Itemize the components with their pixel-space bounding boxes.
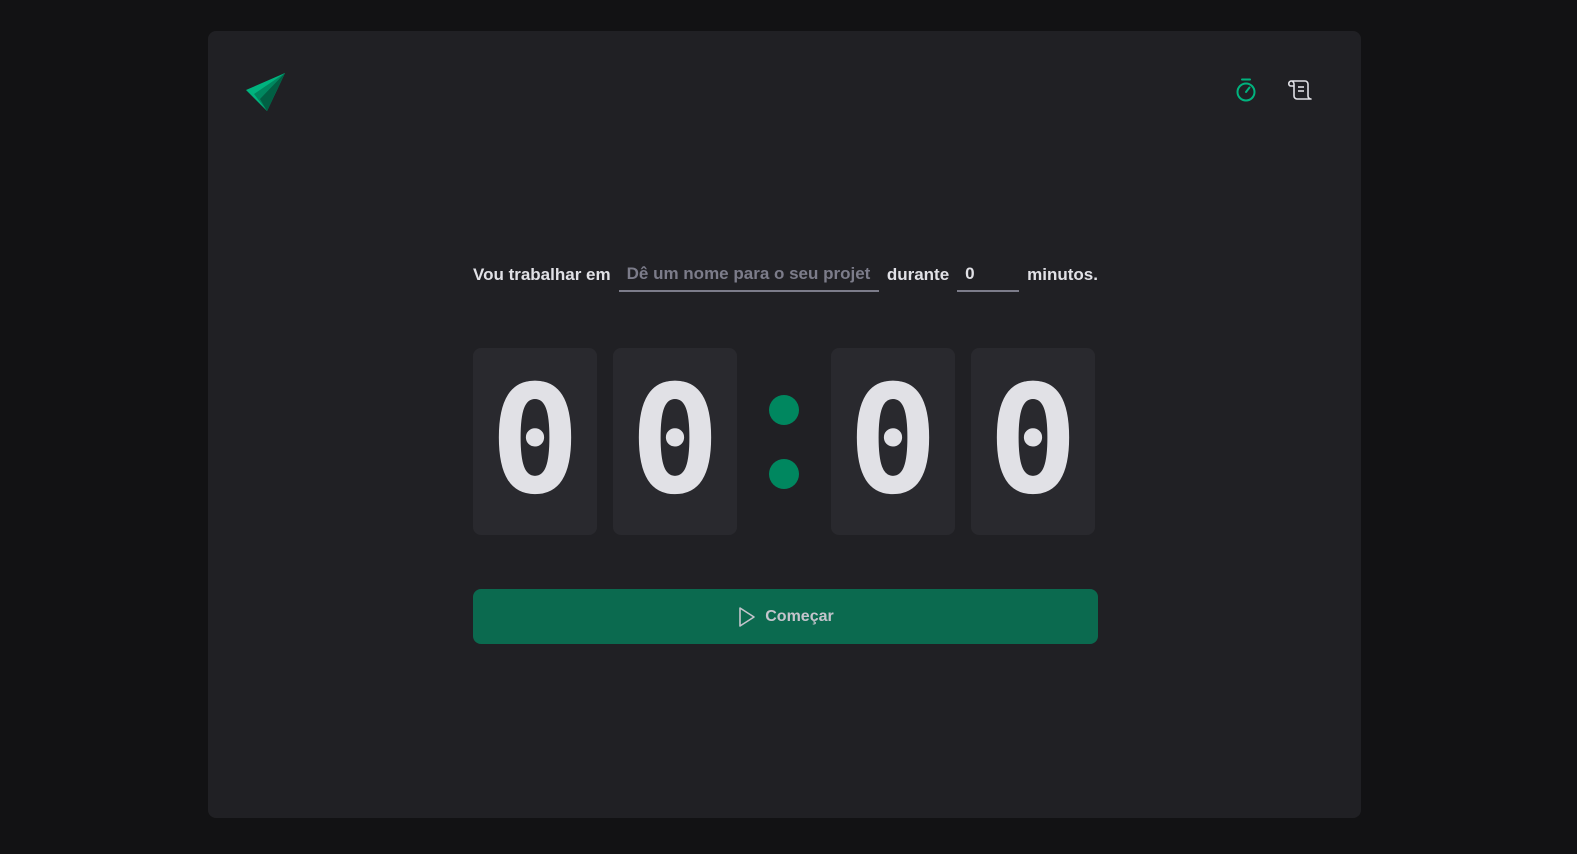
countdown: 0 0 0 0	[473, 348, 1098, 535]
countdown-separator	[737, 348, 831, 535]
minutes-suffix: minutos.	[1027, 265, 1098, 284]
start-button-label: Começar	[765, 607, 834, 625]
duration-label: durante	[886, 265, 950, 284]
minutes-input[interactable]	[957, 258, 1020, 292]
start-button[interactable]: Começar	[473, 589, 1098, 644]
logo-icon	[246, 73, 286, 113]
minutes-ones-digit: 0	[613, 348, 737, 535]
task-form: Vou trabalhar em durante minutos.	[473, 258, 1098, 292]
timer-icon	[1235, 78, 1257, 107]
seconds-ones-digit: 0	[971, 348, 1095, 535]
nav-timer-link[interactable]	[1233, 78, 1259, 107]
app-container: Vou trabalhar em durante minutos. 0 0 0 …	[208, 31, 1361, 818]
separator-dot-top	[769, 394, 799, 425]
minutes-tens-digit: 0	[473, 348, 597, 535]
seconds-tens-digit: 0	[831, 348, 955, 535]
scroll-icon	[1287, 79, 1312, 106]
play-icon	[737, 606, 757, 628]
nav-menu	[1233, 78, 1313, 107]
header	[208, 31, 1361, 151]
separator-dot-bottom	[769, 458, 799, 489]
nav-history-link[interactable]	[1287, 79, 1313, 105]
task-input[interactable]	[618, 258, 879, 292]
task-label: Vou trabalhar em	[473, 265, 611, 284]
